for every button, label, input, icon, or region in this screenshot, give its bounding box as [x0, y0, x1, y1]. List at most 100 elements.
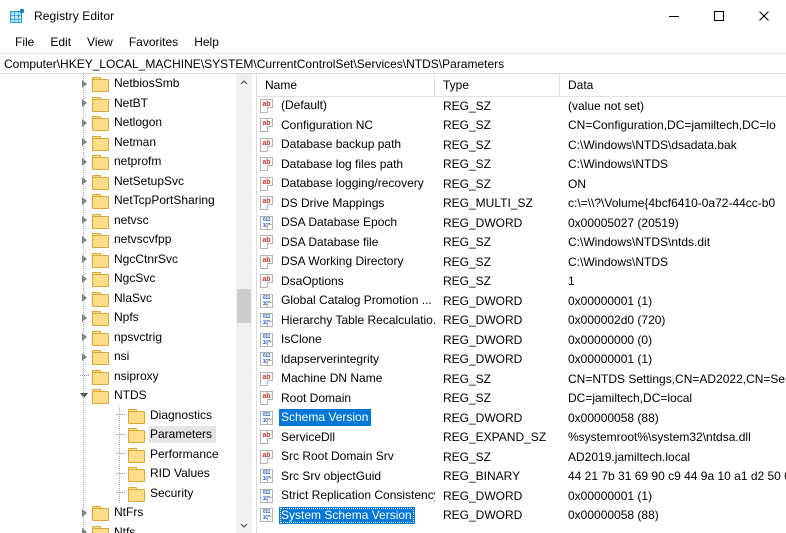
values-list-rows[interactable]: ab (Default) REG_SZ (value not set) ab Config…	[257, 96, 786, 533]
tree-node-netlogon[interactable]: Netlogon	[0, 113, 236, 133]
value-row[interactable]: ab (Default) REG_SZ (value not set)	[257, 96, 786, 116]
tree-node-label: NlaSvc	[114, 290, 153, 305]
tree-node-netprofm[interactable]: netprofm	[0, 152, 236, 172]
value-name-cell: ab Root Domain	[257, 390, 435, 407]
value-row[interactable]: 011100 System Schema Version REG_DWORD 0x00…	[257, 506, 786, 526]
tree-scroll-up-button[interactable]	[236, 74, 252, 91]
tree-node-netbiossmb[interactable]: NetbiosSmb	[0, 74, 236, 94]
close-button[interactable]	[741, 0, 786, 31]
tree-node-netbt[interactable]: NetBT	[0, 94, 236, 114]
column-header-type[interactable]: Type	[435, 74, 560, 96]
tree-node-label: Ntfs	[114, 524, 136, 533]
value-row[interactable]: ab Configuration NC REG_SZ CN=Configuration…	[257, 116, 786, 136]
tree-node-security[interactable]: Security	[0, 484, 236, 504]
menu-item-help[interactable]: Help	[186, 33, 227, 52]
value-type: REG_SZ	[443, 235, 492, 250]
tree-node-nsi[interactable]: nsi	[0, 347, 236, 367]
maximize-button[interactable]	[696, 0, 741, 31]
value-row[interactable]: 011100 IsClone REG_DWORD 0x00000000 (0)	[257, 330, 786, 350]
string-value-icon: ab	[260, 176, 274, 191]
value-row[interactable]: ab Root Domain REG_SZ DC=jamiltech,DC=local	[257, 389, 786, 409]
binary-value-icon: 011100	[260, 488, 274, 503]
value-name-cell: 011100 Schema Version	[257, 409, 435, 427]
value-data: (value not set)	[568, 98, 645, 113]
folder-icon	[92, 135, 109, 151]
menu-item-view[interactable]: View	[79, 33, 121, 52]
value-data: C:\Windows\NTDS\ntds.dit	[568, 235, 711, 250]
tree-node-ntfs[interactable]: Ntfs	[0, 523, 236, 533]
tree-node-diagnostics[interactable]: Diagnostics	[0, 406, 236, 426]
tree-node-label: Npfs	[114, 310, 139, 325]
value-row[interactable]: 011100 Src Srv objectGuid REG_BINARY 44 21 …	[257, 467, 786, 487]
menu-item-favorites[interactable]: Favorites	[121, 33, 186, 52]
value-row[interactable]: 011100 Schema Version REG_DWORD 0x00000058 …	[257, 408, 786, 428]
value-row[interactable]: 011100 ldapserverintegrity REG_DWORD 0x0000…	[257, 350, 786, 370]
value-row[interactable]: ab DSA Working Directory REG_SZ C:\Windows\…	[257, 252, 786, 272]
value-data: C:\Windows\NTDS\dsadata.bak	[568, 137, 737, 152]
title-bar: Registry Editor	[0, 0, 786, 31]
tree-node-netvsc[interactable]: netvsc	[0, 211, 236, 231]
tree-node-ngcsvc[interactable]: NgcSvc	[0, 269, 236, 289]
value-row[interactable]: ab Database logging/recovery REG_SZ ON	[257, 174, 786, 194]
tree-scroll-down-button[interactable]	[236, 516, 252, 533]
value-row[interactable]: ab Src Root Domain Srv REG_SZ AD2019.jamilt…	[257, 447, 786, 467]
tree-node-ntfrs[interactable]: NtFrs	[0, 503, 236, 523]
value-row[interactable]: 011100 Strict Replication Consistency REG_…	[257, 486, 786, 506]
value-type: REG_SZ	[443, 274, 492, 289]
registry-tree[interactable]: NetbiosSmb NetBT Netlogon Netman netprofm Net…	[0, 74, 236, 533]
tree-node-npsvctrig[interactable]: npsvctrig	[0, 328, 236, 348]
value-name: Src Srv objectGuid	[281, 468, 382, 483]
string-value-icon: ab	[260, 391, 274, 406]
address-bar[interactable]: Computer\HKEY_LOCAL_MACHINE\SYSTEM\Curre…	[0, 53, 786, 74]
value-type: REG_SZ	[443, 98, 492, 113]
value-type: REG_DWORD	[443, 352, 523, 367]
column-header-data[interactable]: Data	[560, 74, 786, 96]
minimize-button[interactable]	[651, 0, 696, 31]
value-row[interactable]: 011100 DSA Database Epoch REG_DWORD 0x00005…	[257, 213, 786, 233]
folder-icon	[92, 506, 109, 522]
tree-node-nlasvc[interactable]: NlaSvc	[0, 289, 236, 309]
value-row[interactable]: ab Machine DN Name REG_SZ CN=NTDS Settings,…	[257, 369, 786, 389]
value-row[interactable]: 011100 Global Catalog Promotion ... REG_DW…	[257, 291, 786, 311]
value-data: 1	[568, 274, 575, 289]
value-row[interactable]: ab ServiceDll REG_EXPAND_SZ %systemroot%\sy…	[257, 428, 786, 448]
tree-node-npfs[interactable]: Npfs	[0, 308, 236, 328]
window-controls	[651, 0, 786, 31]
folder-icon	[92, 252, 109, 268]
column-header-name[interactable]: Name	[257, 74, 435, 96]
tree-node-performance[interactable]: Performance	[0, 445, 236, 465]
tree-scrollbar[interactable]	[235, 74, 252, 533]
menu-item-file[interactable]: File	[7, 33, 42, 52]
menu-item-edit[interactable]: Edit	[42, 33, 79, 52]
value-row[interactable]: ab DsaOptions REG_SZ 1	[257, 272, 786, 292]
string-value-icon: ab	[260, 235, 274, 250]
tree-scroll-thumb[interactable]	[237, 289, 251, 323]
value-row[interactable]: ab Database log files path REG_SZ C:\Window…	[257, 155, 786, 175]
tree-node-rid-values[interactable]: RID Values	[0, 464, 236, 484]
value-row[interactable]: ab DS Drive Mappings REG_MULTI_SZ c:\=\\?\V…	[257, 194, 786, 214]
tree-node-netvscvfpp[interactable]: netvscvfpp	[0, 230, 236, 250]
tree-node-ntds[interactable]: NTDS	[0, 386, 236, 406]
tree-node-parameters[interactable]: Parameters	[0, 425, 236, 445]
value-row[interactable]: ab Database backup path REG_SZ C:\Windows\N…	[257, 135, 786, 155]
value-data: 0x00000001 (1)	[568, 488, 653, 503]
value-type: REG_DWORD	[443, 332, 523, 347]
tree-node-nettcpportsharing[interactable]: NetTcpPortSharing	[0, 191, 236, 211]
tree-node-nsiproxy[interactable]: nsiproxy	[0, 367, 236, 387]
value-name-cell: ab Database backup path	[257, 136, 435, 153]
value-row[interactable]: ab DSA Database file REG_SZ C:\Windows\NTDS…	[257, 233, 786, 253]
value-name-cell: ab Database logging/recovery	[257, 175, 435, 192]
value-row[interactable]: 011100 Hierarchy Table Recalculatio... REG…	[257, 311, 786, 331]
tree-node-netman[interactable]: Netman	[0, 133, 236, 153]
value-name: DSA Database Epoch	[281, 215, 398, 230]
tree-node-netsetupsvc[interactable]: NetSetupSvc	[0, 172, 236, 192]
column-header-label: Name	[265, 78, 298, 92]
tree-node-ngcctnrsvc[interactable]: NgcCtnrSvc	[0, 250, 236, 270]
tree-guide-line	[83, 74, 85, 533]
